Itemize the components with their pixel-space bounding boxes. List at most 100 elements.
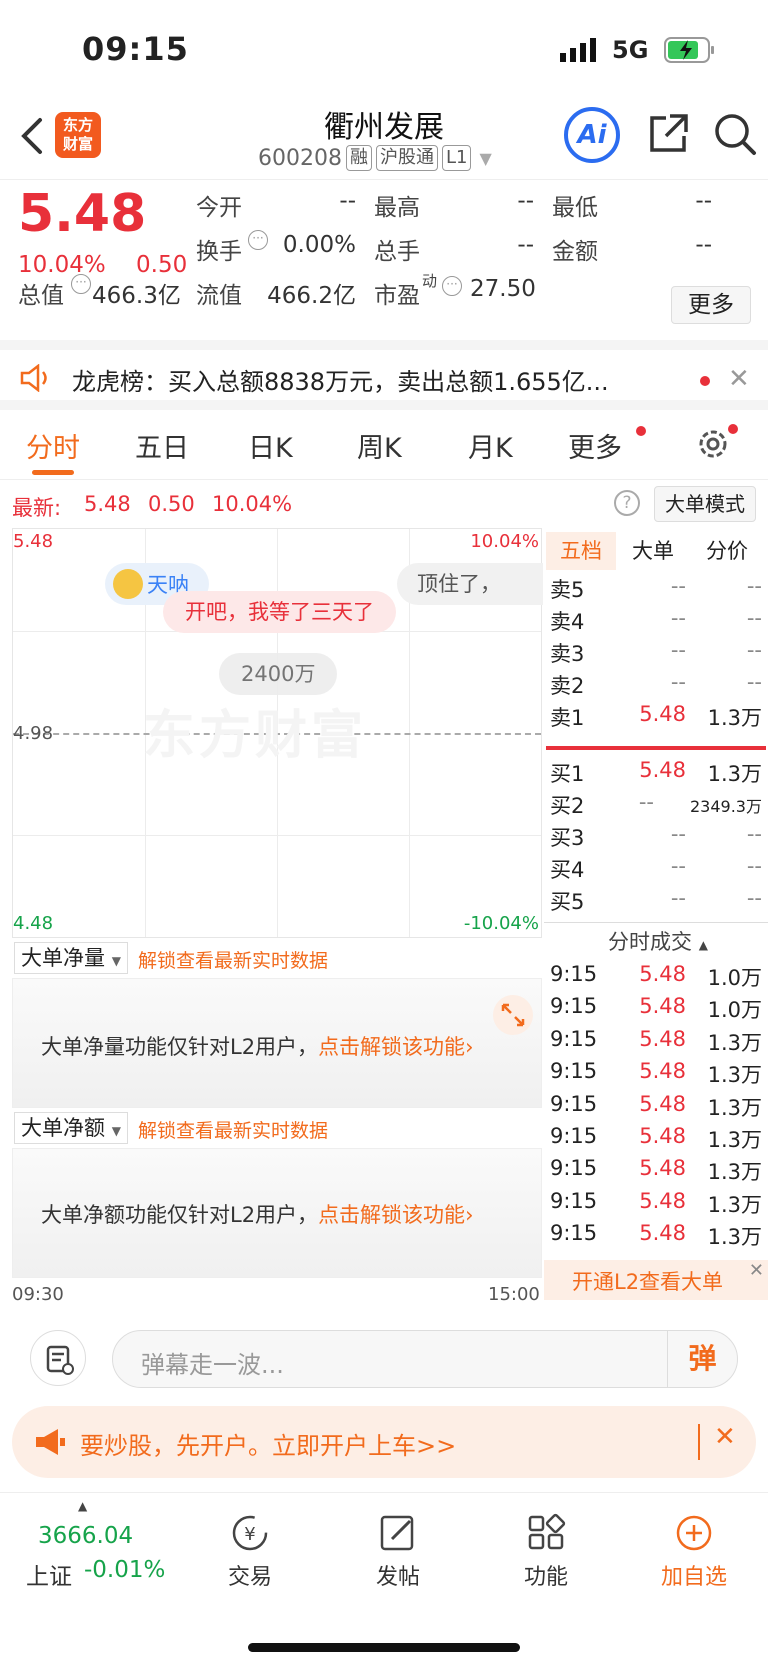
- bid-price: --: [638, 790, 654, 814]
- net-amount-select[interactable]: 大单净额 ▼: [14, 1112, 128, 1144]
- tab-weekly-k[interactable]: 周K: [357, 426, 402, 465]
- big-order-mode-button[interactable]: 大单模式: [654, 486, 756, 522]
- chart-watermark: 东方财富: [143, 706, 368, 766]
- tab-post-label: 发帖: [375, 1565, 420, 1590]
- lock-message-text: 大单净量功能仅针对L2用户，: [41, 1035, 319, 1059]
- close-icon[interactable]: ✕: [728, 364, 750, 394]
- settings-icon[interactable]: [695, 426, 731, 466]
- ask-volume: 1.3万: [707, 706, 762, 730]
- unlock-feature-link[interactable]: 点击解锁该功能: [318, 1035, 465, 1059]
- ask-label: 卖2: [550, 674, 585, 698]
- last-price: 5.48: [18, 184, 147, 244]
- bid-row: 买2 -- 2349.3万: [550, 790, 764, 822]
- danmu-bubble: 开吧，我等了三天了: [163, 591, 396, 633]
- trade-time: 9:15: [550, 1156, 598, 1181]
- trade-volume: 1.3万: [707, 1063, 762, 1088]
- lhb-banner[interactable]: 龙虎榜：买入总额8838万元，卖出总额1.655亿... ✕: [0, 340, 768, 410]
- bid-label: 买2: [550, 794, 585, 818]
- ask-row: 卖1 5.48 1.3万: [550, 702, 764, 734]
- bid-row: 买1 5.48 1.3万: [550, 758, 764, 790]
- latest-pct: 10.04%: [212, 492, 293, 516]
- net-volume-select[interactable]: 大单净量 ▼: [14, 942, 128, 974]
- bid-row: 买4 -- --: [550, 854, 764, 886]
- ob-tab-price-dist[interactable]: 分价: [706, 532, 748, 570]
- open-value: --: [339, 188, 356, 214]
- tab-intraday[interactable]: 分时: [26, 426, 80, 465]
- unlock-link[interactable]: 解锁查看最新实时数据: [138, 1116, 328, 1143]
- index-change: -0.01%: [84, 1557, 166, 1583]
- info-icon[interactable]: ···: [71, 274, 91, 294]
- tab-trade-label: 交易: [227, 1565, 272, 1590]
- close-icon[interactable]: ✕: [714, 1422, 736, 1452]
- bid-volume: --: [746, 854, 762, 878]
- trade-price: 5.48: [639, 1156, 686, 1181]
- latest-line: 最新: 5.48 0.50 10.04% ? 大单模式: [0, 480, 768, 528]
- info-icon[interactable]: ···: [248, 230, 268, 250]
- danmu-list-icon[interactable]: [30, 1330, 86, 1386]
- trade-price: 5.48: [639, 1059, 686, 1084]
- share-icon[interactable]: [646, 112, 690, 156]
- tab-trade[interactable]: ¥ 交易: [190, 1513, 310, 1591]
- danmu-input[interactable]: 弹幕走一波... 弹: [112, 1330, 738, 1388]
- trade-time: 9:15: [550, 1026, 598, 1051]
- danmu-placeholder: 弹幕走一波...: [141, 1351, 284, 1379]
- ob-tab-big-order[interactable]: 大单: [632, 532, 674, 570]
- avatar: [113, 569, 143, 599]
- float-label: 流值: [196, 283, 242, 309]
- float-value: 466.2亿: [267, 283, 356, 309]
- trade-price: 5.48: [639, 1188, 686, 1213]
- chevron-right-icon: ›: [465, 1035, 474, 1059]
- unlock-feature-link[interactable]: 点击解锁该功能: [318, 1203, 465, 1227]
- info-icon[interactable]: ···: [442, 276, 462, 296]
- volume-label: 总手: [374, 239, 420, 265]
- tab-monthly-k[interactable]: 月K: [468, 426, 513, 465]
- trade-price: 5.48: [639, 962, 686, 986]
- net-volume-header: 大单净量 ▼ 解锁查看最新实时数据: [12, 940, 542, 978]
- unread-dot: [728, 424, 738, 434]
- bid-price: --: [670, 854, 686, 878]
- search-icon[interactable]: [713, 112, 757, 156]
- tab-more[interactable]: 更多: [568, 426, 622, 465]
- trades-title[interactable]: 分时成交 ▲: [608, 924, 708, 963]
- tab-daily-k[interactable]: 日K: [248, 426, 293, 465]
- intraday-chart[interactable]: 东方财富 5.48 4.98 4.48 10.04% -10.04% 天呐 顶住…: [12, 528, 543, 938]
- expand-icon[interactable]: [493, 995, 533, 1035]
- ask-label: 卖5: [550, 578, 585, 602]
- help-icon[interactable]: ?: [614, 490, 640, 516]
- pct-top-label: 10.04%: [470, 531, 539, 552]
- ask-volume: --: [746, 670, 762, 694]
- ob-tab-five-level[interactable]: 五档: [546, 532, 616, 570]
- tab-add-watchlist[interactable]: 加自选: [634, 1513, 754, 1591]
- trade-time: 9:15: [550, 1188, 598, 1213]
- stock-code-line[interactable]: 600208 融 沪股通 L1 ▼: [258, 145, 492, 171]
- tab-functions[interactable]: 功能: [486, 1513, 606, 1591]
- ai-button[interactable]: Ai: [564, 107, 620, 163]
- bid-volume: --: [746, 886, 762, 910]
- home-indicator: [248, 1643, 520, 1652]
- ask-label: 卖1: [550, 706, 585, 730]
- open-account-banner[interactable]: 要炒股，先开户。立即开户上车>> ✕: [12, 1406, 756, 1478]
- l2-banner[interactable]: 开通L2查看大单 ✕: [544, 1260, 768, 1300]
- trade-icon: ¥: [232, 1515, 268, 1551]
- ask-volume: --: [746, 574, 762, 598]
- ad-text: 要炒股，先开户。立即开户上车>>: [80, 1432, 457, 1460]
- quote-panel: 5.48 10.04% 0.50 今开 -- 最高 -- 最低 -- 换手 ··…: [0, 180, 768, 340]
- tab-five-day[interactable]: 五日: [135, 426, 189, 465]
- tab-post[interactable]: 发帖: [338, 1513, 458, 1591]
- bid-price: --: [670, 822, 686, 846]
- y-top-label: 5.48: [13, 531, 54, 552]
- danmu-send-button[interactable]: 弹: [667, 1331, 737, 1387]
- chevron-up-icon: ▲: [78, 1499, 88, 1513]
- trade-volume: 1.0万: [707, 998, 762, 1023]
- net-amount-locked-panel: 大单净额功能仅针对L2用户，点击解锁该功能›: [12, 1148, 542, 1278]
- status-bar: 09:15 5G: [0, 0, 768, 98]
- more-quote-button[interactable]: 更多: [671, 286, 751, 324]
- order-book: 五档 大单 分价 卖5 -- -- 卖4 -- -- 卖3 -- -- 卖2 -- -- 卖1 5…: [544, 528, 768, 1308]
- index-ticker[interactable]: ▲ 3666.04 上证 -0.01%: [10, 1499, 170, 1599]
- trade-row: 9:15 5.48 1.3万: [550, 1124, 764, 1156]
- x-start-label: 09:30: [12, 1284, 64, 1305]
- danmu-bubble: 2400万: [219, 653, 338, 695]
- close-icon[interactable]: ✕: [749, 1260, 764, 1281]
- bid-row: 买3 -- --: [550, 822, 764, 854]
- unlock-link[interactable]: 解锁查看最新实时数据: [138, 946, 328, 973]
